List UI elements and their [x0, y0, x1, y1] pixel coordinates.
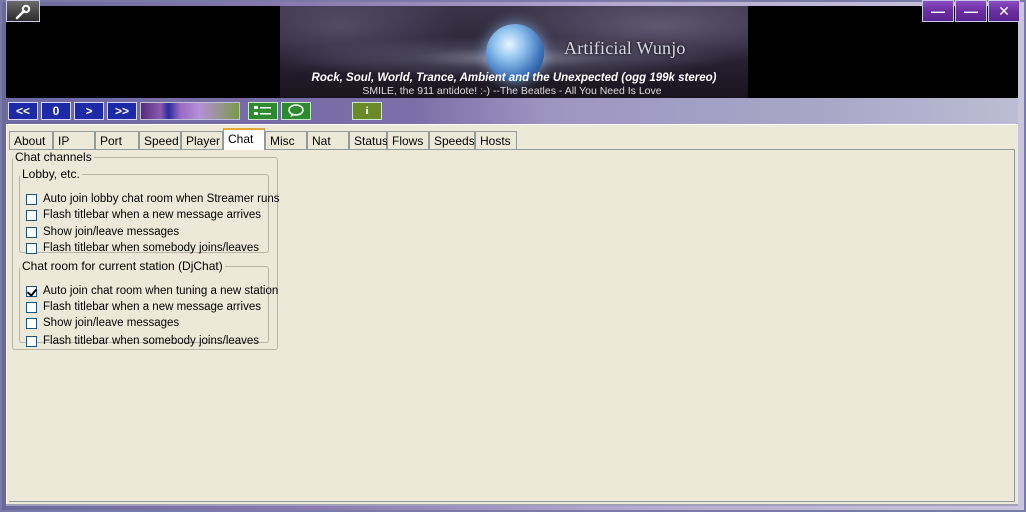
checkbox-checked[interactable] — [26, 285, 37, 297]
chat-tab-content: Chat channels Lobby, etc. Auto join lobb… — [9, 150, 1015, 502]
option-label: Show join/leave messages — [43, 317, 180, 329]
toolbar: << 0 > >> i — [6, 98, 1018, 124]
lobby-flash-joinleave-option[interactable]: Flash titlebar when somebody joins/leave… — [26, 240, 259, 256]
checkbox[interactable] — [26, 317, 37, 329]
checkbox[interactable] — [26, 209, 37, 221]
tab-hosts[interactable]: Hosts — [475, 131, 517, 150]
previous-station-button[interactable]: << — [8, 102, 38, 120]
tab-ip[interactable]: IP — [53, 131, 95, 150]
station-list-button[interactable] — [248, 102, 278, 120]
option-label: Show join/leave messages — [43, 226, 180, 238]
info-button[interactable]: i — [352, 102, 382, 120]
settings-panel: About IP Port Speed Player Chat Misc Nat… — [6, 124, 1018, 504]
station-flash-message-option[interactable]: Flash titlebar when a new message arrive… — [26, 299, 261, 315]
checkbox[interactable] — [26, 335, 37, 347]
tab-port[interactable]: Port — [95, 131, 139, 150]
tab-misc[interactable]: Misc — [265, 131, 307, 150]
minimize-button[interactable]: — — [922, 0, 954, 22]
checkbox[interactable] — [26, 226, 37, 238]
station-chat-group-title: Chat room for current station (DjChat) — [22, 259, 223, 273]
bottom-border — [6, 504, 1018, 506]
checkbox[interactable] — [26, 242, 37, 254]
tab-status[interactable]: Status — [349, 131, 388, 150]
lobby-show-joinleave-option[interactable]: Show join/leave messages — [26, 224, 179, 240]
tab-chat[interactable]: Chat — [223, 128, 265, 150]
option-label: Auto join lobby chat room when Streamer … — [43, 193, 280, 205]
tab-speed[interactable]: Speed — [139, 131, 181, 150]
checkbox[interactable] — [26, 301, 37, 313]
maximize-button[interactable]: — — [955, 0, 987, 22]
tab-flows[interactable]: Flows — [387, 131, 429, 150]
option-label: Flash titlebar when somebody joins/leave… — [43, 335, 260, 347]
station-brand: Artificial Wunjo — [564, 38, 686, 58]
station-banner: Artificial Wunjo Rock, Soul, World, Tran… — [6, 6, 1018, 98]
station-flash-joinleave-option[interactable]: Flash titlebar when somebody joins/leave… — [26, 333, 259, 349]
lobby-group: Lobby, etc. Auto join lobby chat room wh… — [19, 167, 280, 256]
next-button[interactable]: > — [74, 102, 104, 120]
station-zero-button[interactable]: 0 — [41, 102, 71, 120]
close-button[interactable]: ✕ — [988, 0, 1020, 22]
station-thumbnail[interactable] — [140, 102, 240, 120]
option-label: Auto join chat room when tuning a new st… — [43, 285, 279, 297]
now-playing-genre: Rock, Soul, World, Trance, Ambient and t… — [311, 72, 717, 84]
next-station-button[interactable]: >> — [107, 102, 137, 120]
tab-speeds[interactable]: Speeds — [429, 131, 475, 150]
chat-bubble-icon — [288, 104, 304, 117]
tab-strip: About IP Port Speed Player Chat Misc Nat… — [9, 128, 1015, 150]
lobby-group-title: Lobby, etc. — [22, 167, 80, 181]
lobby-autojoin-option[interactable]: Auto join lobby chat room when Streamer … — [26, 191, 280, 207]
option-label: Flash titlebar when somebody joins/leave… — [43, 242, 260, 254]
wrench-icon — [15, 4, 31, 20]
option-label: Flash titlebar when a new message arrive… — [43, 301, 261, 313]
station-show-joinleave-option[interactable]: Show join/leave messages — [26, 315, 179, 331]
settings-wrench-button[interactable] — [6, 0, 40, 22]
option-label: Flash titlebar when a new message arrive… — [43, 209, 261, 221]
list-icon — [254, 106, 271, 115]
chat-button[interactable] — [281, 102, 311, 120]
checkbox[interactable] — [26, 193, 37, 205]
lobby-flash-message-option[interactable]: Flash titlebar when a new message arrive… — [26, 207, 261, 223]
chat-channels-title: Chat channels — [15, 150, 92, 164]
station-autojoin-option[interactable]: Auto join chat room when tuning a new st… — [26, 283, 278, 299]
tab-nat[interactable]: Nat — [307, 131, 349, 150]
now-playing-track: SMILE, the 911 antidote! :-) --The Beatl… — [362, 85, 662, 97]
tab-player[interactable]: Player — [181, 131, 223, 150]
station-chat-group: Chat room for current station (DjChat) A… — [19, 259, 278, 347]
tab-about[interactable]: About — [9, 131, 53, 150]
